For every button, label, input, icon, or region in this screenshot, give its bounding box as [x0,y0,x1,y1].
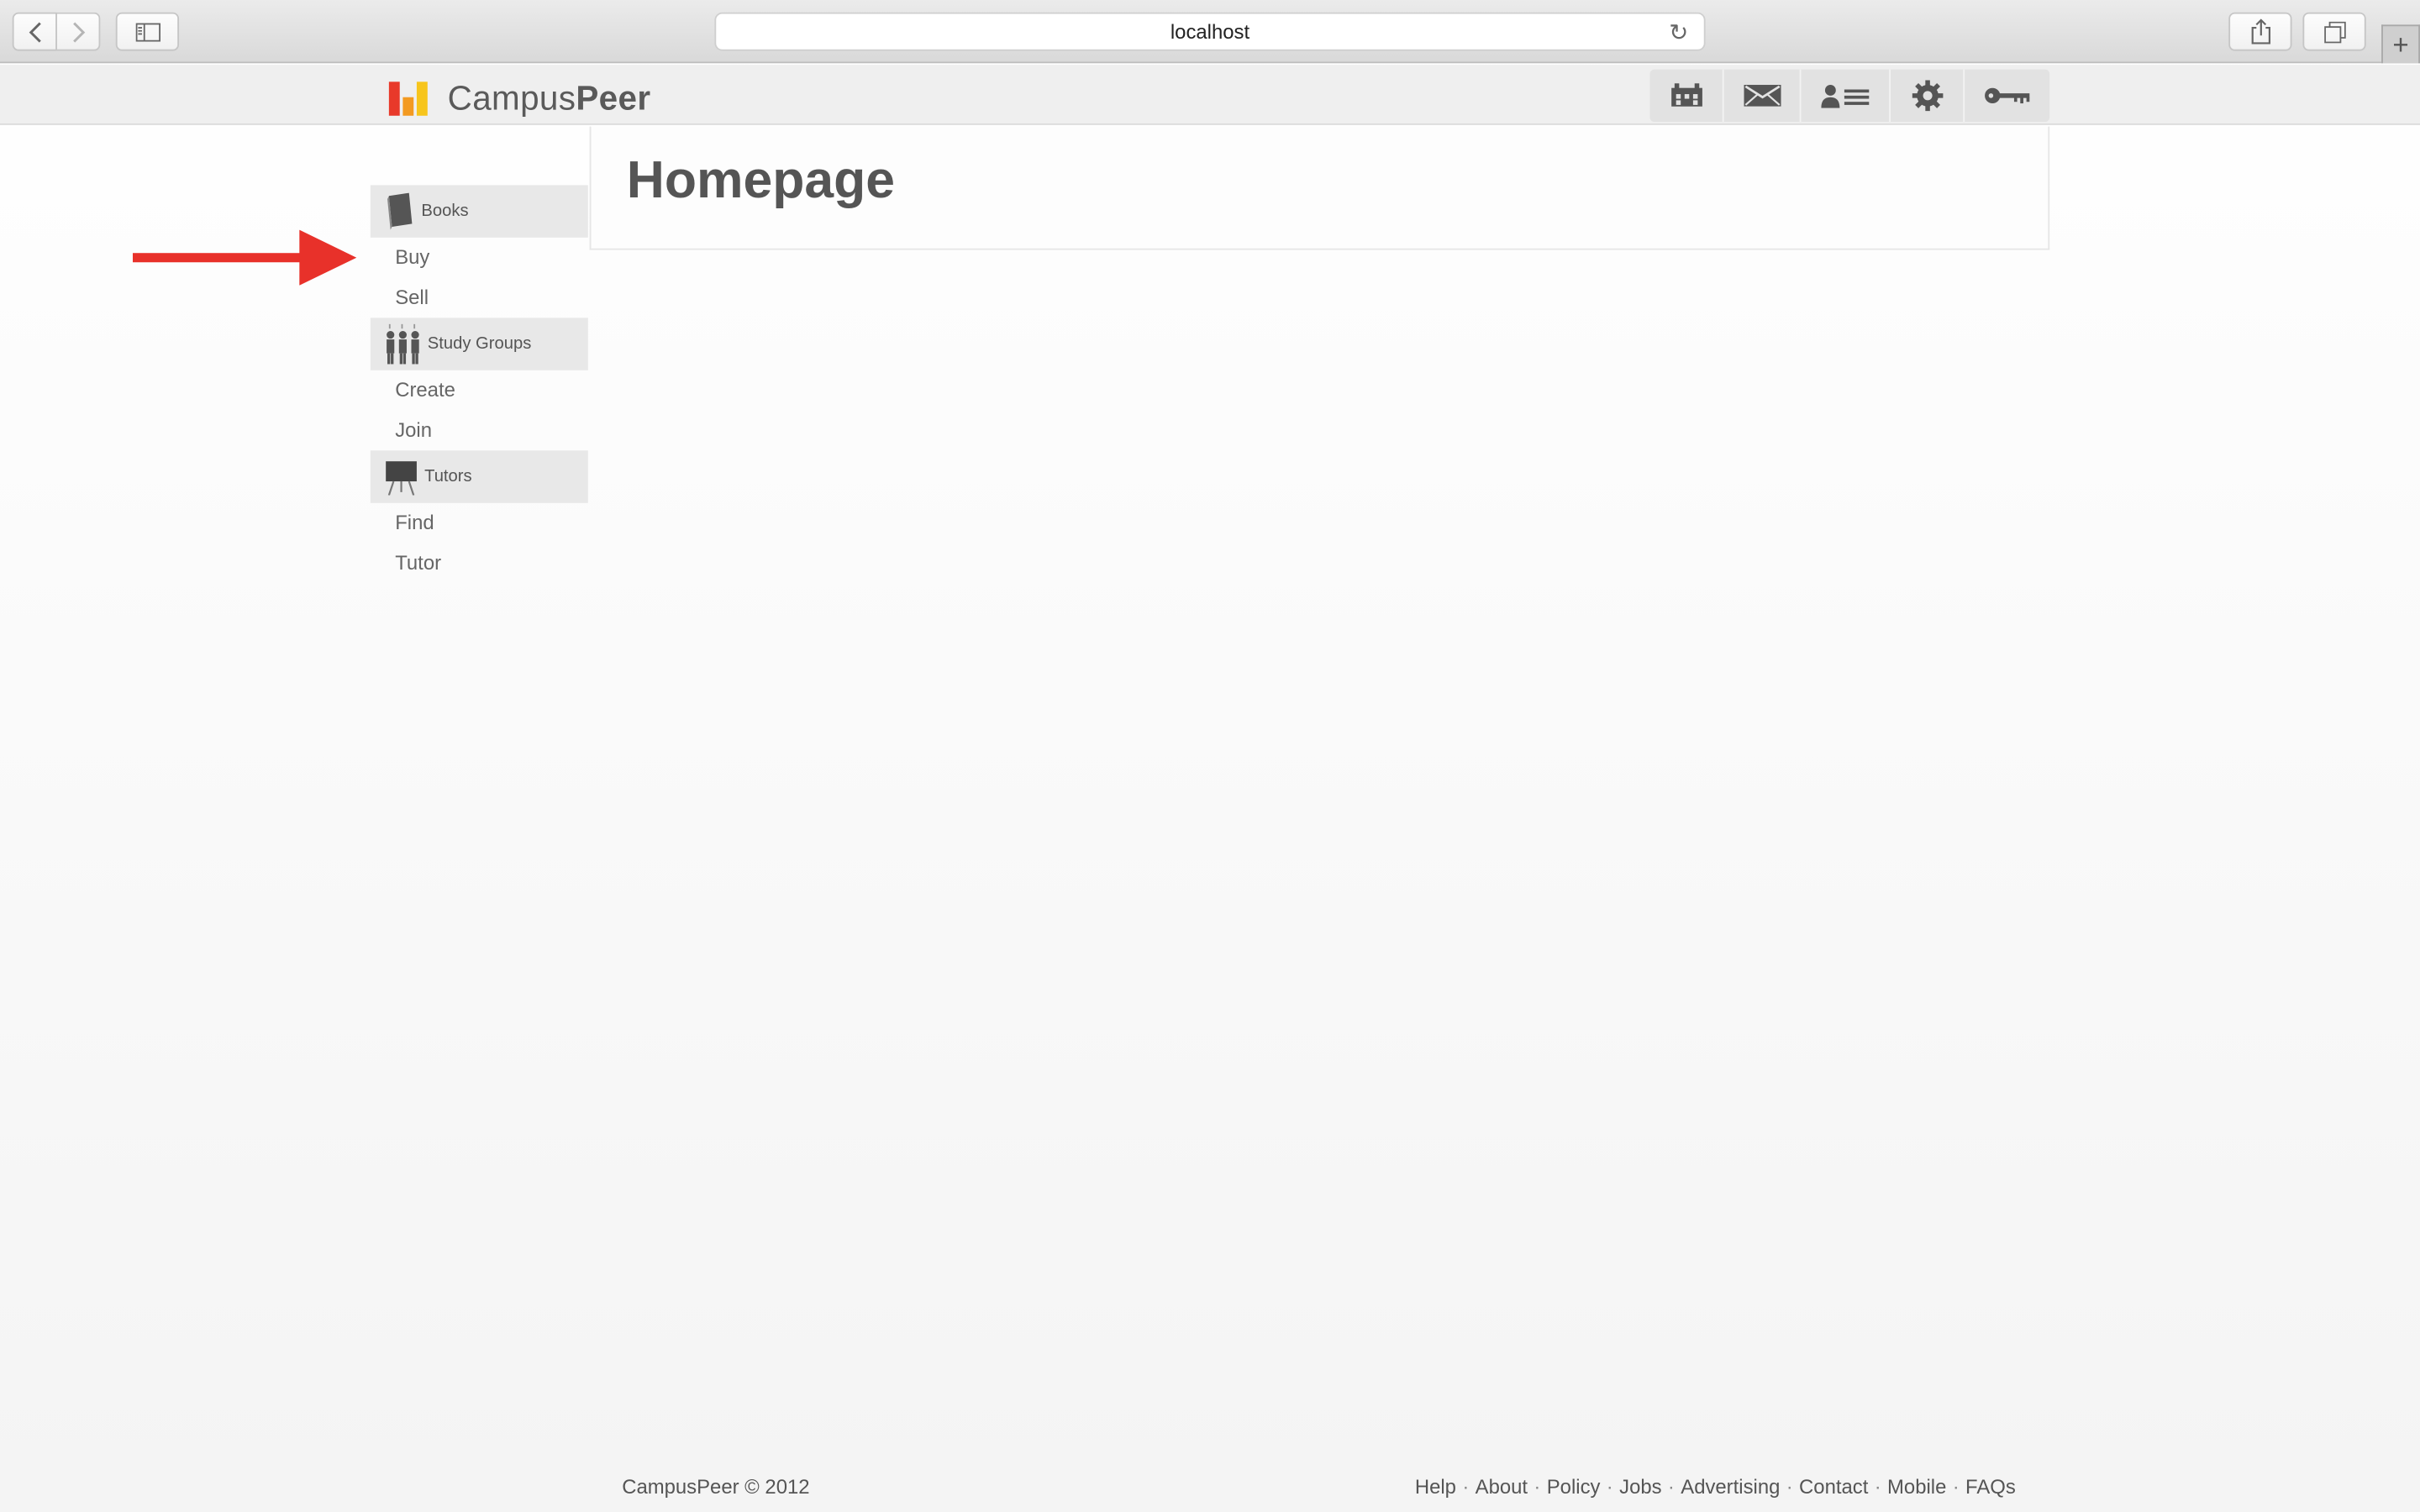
tabs-icon [2323,20,2345,43]
url-text: localhost [1170,19,1250,44]
profile-list-icon [1820,85,1869,108]
tab-overview-button[interactable] [2302,12,2366,51]
calendar-button[interactable] [1649,69,1724,123]
footer-link-mobile[interactable]: Mobile [1887,1475,1946,1499]
address-bar[interactable]: localhost ↻ [714,12,1706,51]
sidebar-item-buy[interactable]: Buy [371,238,588,278]
profile-button[interactable] [1801,69,1891,123]
sidebar-item-tutor[interactable]: Tutor [371,543,588,584]
separator-dot: · [1952,1474,1960,1499]
sidebar-item-join[interactable]: Join [371,411,588,451]
share-button[interactable] [2228,12,2292,51]
footer-link-advertising[interactable]: Advertising [1681,1475,1780,1499]
chevron-right-icon [72,21,85,42]
sidebar-item-create[interactable]: Create [371,370,588,411]
back-button[interactable] [12,12,57,51]
messages-button[interactable] [1724,69,1802,123]
sidebar-section-tutors[interactable]: Tutors [370,450,588,503]
book-icon [384,192,415,230]
sidebar-section-books[interactable]: Books [370,185,588,238]
gear-icon [1911,80,1943,112]
footer-link-faqs[interactable]: FAQs [1965,1475,2016,1499]
separator-dot: · [1874,1474,1881,1499]
site-header: CampusPeer [0,65,2420,125]
separator-dot: · [1534,1474,1541,1499]
footer-link-contact[interactable]: Contact [1799,1475,1868,1499]
key-icon [1984,87,2029,104]
separator-dot: · [1462,1474,1470,1499]
separator-dot: · [1606,1474,1613,1499]
page-title: Homepage [626,151,895,210]
reload-icon[interactable]: ↻ [1669,18,1688,46]
people-icon [384,323,421,365]
easel-icon [384,459,418,496]
settings-button[interactable] [1891,69,1965,123]
plus-icon: + [2392,28,2409,60]
mail-icon [1743,85,1781,107]
separator-dot: · [1667,1474,1675,1499]
sidebar-item-sell[interactable]: Sell [371,278,588,318]
sidebar-section-label: Books [421,202,469,221]
footer-copyright: CampusPeer © 2012 [622,1474,810,1499]
sidebar-icon [134,22,160,41]
left-sidebar: Books Buy Sell Study Groups Create Join … [370,185,588,584]
sidebar-toggle-button[interactable] [115,12,180,51]
sidebar-item-find[interactable]: Find [371,503,588,543]
footer-links: Help · About · Policy · Jobs · Advertisi… [1415,1475,2016,1499]
share-icon [2250,18,2270,45]
logo-mark-icon [388,81,432,116]
header-icon-bar [1649,69,2050,123]
new-tab-button[interactable]: + [2381,24,2420,64]
login-button[interactable] [1965,70,2049,122]
forward-button[interactable] [56,12,101,51]
footer-link-about[interactable]: About [1476,1475,1528,1499]
calendar-icon [1670,83,1702,107]
footer-link-jobs[interactable]: Jobs [1619,1475,1661,1499]
sidebar-section-label: Tutors [424,467,472,486]
separator-dot: · [1786,1474,1793,1499]
sidebar-section-study-groups[interactable]: Study Groups [370,318,588,370]
sidebar-section-label: Study Groups [427,334,532,354]
footer-link-help[interactable]: Help [1415,1475,1456,1499]
red-arrow-annotation [132,229,357,286]
logo-text: CampusPeer [447,78,651,118]
chevron-left-icon [28,21,40,42]
footer-link-policy[interactable]: Policy [1547,1475,1601,1499]
site-logo[interactable]: CampusPeer [388,78,651,119]
main-panel: Homepage [589,126,2050,250]
browser-toolbar: localhost ↻ + [0,0,2420,64]
